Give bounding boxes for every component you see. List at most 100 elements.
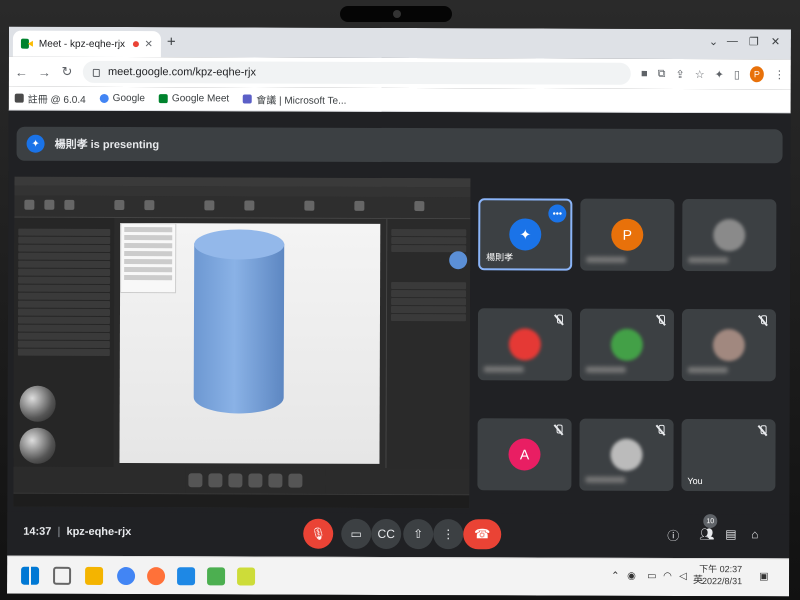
meet-control-bar: 14:37 | kpz-eqhe-rjx 🎙︎ ▭ CC ⇧ ⋮ ☎︎ ⓘ 10… (7, 511, 790, 559)
chevron-down-icon[interactable]: ⌄ (709, 35, 718, 48)
file-explorer-icon[interactable] (85, 566, 104, 585)
tool-icon (24, 199, 35, 210)
participant-tile[interactable]: P (580, 198, 675, 271)
app-c-alt-icon[interactable] (237, 567, 256, 586)
google-icon (99, 93, 109, 103)
bookmark-item[interactable]: Google Meet (158, 93, 229, 104)
extensions-puzzle-icon[interactable]: ✦ (715, 68, 724, 81)
participant-name: 楊則孝 (486, 252, 514, 263)
tool-icon (144, 200, 155, 211)
participant-tile[interactable] (477, 308, 573, 381)
chrome-icon[interactable] (117, 567, 136, 586)
shared-app-toolbar (14, 195, 471, 220)
bookmark-item[interactable]: 會議 | Microsoft Te... (243, 91, 346, 107)
new-tab-button[interactable]: + (167, 33, 176, 50)
participant-tile[interactable]: A (477, 418, 572, 491)
more-options-button[interactable]: ⋮ (433, 519, 464, 550)
shared-screen[interactable] (13, 176, 471, 509)
participant-avatar: ✦ (509, 218, 542, 251)
participant-tile[interactable]: ✦ ••• 楊則孝 (478, 198, 573, 271)
system-clock[interactable]: 下午 02:37 2022/8/31 (699, 563, 742, 587)
restore-button[interactable]: ❐ (749, 35, 759, 48)
scene-info-overlay (120, 223, 177, 294)
tool-icon (204, 200, 215, 211)
library-panel (13, 217, 115, 468)
participant-tile[interactable] (682, 198, 777, 272)
chat-icon[interactable]: ▤ (725, 527, 736, 541)
shared-app-dock (185, 467, 326, 494)
material-swatch (449, 251, 468, 270)
windows-start-icon[interactable] (21, 566, 40, 585)
notifications-icon[interactable]: ▣ (759, 571, 768, 582)
network-icon[interactable]: ◉ (627, 571, 636, 582)
url-text: meet.google.com/kpz-eqhe-rjx (108, 65, 257, 79)
menu-kebab-icon[interactable]: ⋮ (774, 68, 785, 81)
present-screen-button[interactable]: ⇧ (403, 519, 434, 550)
tool-icon (304, 200, 315, 211)
participant-name (586, 256, 627, 263)
presenter-avatar: ✦ (26, 134, 45, 153)
participant-tile[interactable] (681, 308, 777, 382)
people-icon[interactable]: 👥︎ (699, 527, 714, 541)
battery-icon[interactable]: ▭ (647, 571, 656, 582)
meeting-details: 14:37 | kpz-eqhe-rjx (23, 525, 132, 539)
bookmark-item[interactable]: Google (99, 93, 145, 104)
mic-off-icon (656, 315, 666, 325)
back-button[interactable]: ← (15, 64, 28, 79)
webcam-icon (393, 10, 401, 18)
mic-off-icon (554, 425, 564, 435)
bookmark-star-icon[interactable]: ☆ (695, 68, 705, 81)
participant-avatar: A (508, 438, 541, 471)
wifi-icon[interactable]: ◠ (663, 571, 672, 582)
tab-meet[interactable]: Meet - kpz-eqhe-rjx ✕ (12, 30, 161, 58)
participant-tile-self[interactable]: You (681, 418, 776, 492)
camera-toggle-button[interactable]: ▭ (341, 518, 372, 549)
mic-off-icon (758, 315, 768, 325)
participant-avatar (508, 328, 541, 361)
volume-icon[interactable]: ◁ (679, 571, 687, 582)
render-viewport (119, 223, 381, 464)
google-meet-icon (158, 94, 168, 104)
mic-toggle-button[interactable]: 🎙︎ (303, 518, 334, 549)
forward-button[interactable]: → (38, 64, 51, 79)
participant-name (585, 366, 626, 373)
share-icon[interactable]: ⇪ (676, 67, 685, 80)
profile-avatar[interactable]: P (749, 66, 764, 83)
participant-tile[interactable] (579, 308, 675, 381)
participant-avatar (610, 328, 643, 361)
bookmark-item[interactable]: 註冊 @ 6.0.4 (14, 91, 86, 106)
windows-taskbar: ⌃ ◉ ▭ ◠ ◁ 英 下午 02:37 2022/8/31 ▣ (7, 555, 790, 597)
camera-indicator-icon[interactable]: ■ (641, 68, 648, 80)
material-panel (385, 218, 471, 469)
chevron-up-icon[interactable]: ⌃ (611, 571, 619, 582)
side-panel-icon[interactable]: ▯ (734, 68, 740, 81)
minimize-button[interactable]: — (727, 35, 738, 47)
laptop-screen: Meet - kpz-eqhe-rjx ✕ + ⌄ — ❐ ✕ ← → ↻ me… (7, 26, 791, 597)
close-window-button[interactable]: ✕ (771, 35, 780, 48)
app-v2-icon[interactable] (177, 567, 196, 586)
reload-button[interactable]: ↻ (61, 64, 73, 80)
more-options-button[interactable]: ••• (548, 204, 567, 223)
presenter-text: 楊則孝 is presenting (54, 138, 160, 152)
close-tab-icon[interactable]: ✕ (145, 39, 153, 50)
captions-button[interactable]: CC (371, 518, 402, 550)
address-bar[interactable]: meet.google.com/kpz-eqhe-rjx (82, 60, 632, 85)
tool-icon (414, 201, 425, 212)
participant-tile[interactable] (579, 418, 674, 491)
activities-icon[interactable]: ⌂ (751, 527, 758, 541)
mic-off-icon (554, 315, 564, 325)
firefox-icon[interactable] (147, 567, 166, 586)
tool-icon (114, 200, 125, 211)
shared-taskbar (13, 492, 470, 509)
info-icon[interactable]: ⓘ (667, 527, 679, 544)
participant-count-badge: 10 (703, 514, 718, 529)
app-c-icon[interactable] (207, 567, 226, 586)
mic-off-icon (758, 425, 768, 435)
participant-name (585, 476, 626, 483)
translate-icon[interactable]: ⧉ (658, 67, 666, 80)
cylinder-model (193, 243, 285, 414)
browser-toolbar: ← → ↻ meet.google.com/kpz-eqhe-rjx ■ ⧉ ⇪… (8, 56, 791, 90)
task-view-icon[interactable] (53, 566, 72, 585)
leave-call-button[interactable]: ☎︎ (463, 519, 502, 550)
mic-off-icon (656, 425, 666, 435)
